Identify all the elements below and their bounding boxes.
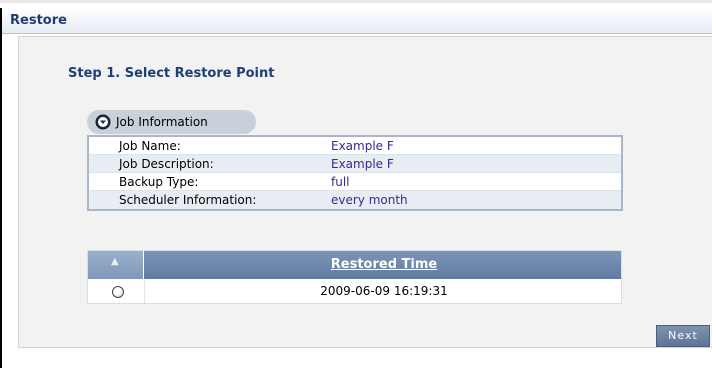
sort-up-icon[interactable]: ▲ [111, 256, 119, 267]
table-header: ▲ Restored Time [88, 251, 621, 279]
restored-time-cell: 2009-06-09 16:19:31 [320, 284, 448, 298]
job-information-toggle[interactable]: Job Information [87, 110, 256, 134]
job-info-row-scheduler: Scheduler Information: every month [89, 191, 621, 209]
job-info-table: Job Name: Example F Job Description: Exa… [87, 135, 623, 211]
job-info-row-backup-type: Backup Type: full [89, 173, 621, 191]
job-info-row-name: Job Name: Example F [89, 137, 621, 155]
job-info-value: Example F [331, 139, 394, 153]
restored-time-column-header[interactable]: Restored Time [145, 251, 623, 279]
job-info-value: Example F [331, 157, 394, 171]
top-divider [0, 0, 712, 3]
job-info-key: Scheduler Information: [119, 193, 257, 207]
step-title: Step 1. Select Restore Point [68, 66, 275, 81]
job-info-key: Job Description: [119, 157, 214, 171]
job-info-value: full [331, 175, 350, 189]
next-button[interactable]: Next [656, 325, 710, 347]
top-cropped-strip [0, 0, 712, 8]
section-label: Job Information [116, 115, 208, 129]
job-info-row-description: Job Description: Example F [89, 155, 621, 173]
job-info-value: every month [331, 193, 408, 207]
panel-header: Restore [2, 8, 712, 34]
restore-point-radio[interactable] [112, 286, 124, 298]
job-info-key: Job Name: [119, 139, 181, 153]
table-row[interactable]: 2009-06-09 16:19:31 [88, 279, 621, 303]
restore-point-table: ▲ Restored Time 2009-06-09 16:19:31 [87, 250, 622, 304]
expand-circle-icon[interactable] [95, 114, 111, 130]
job-info-key: Backup Type: [119, 175, 199, 189]
panel-title: Restore [10, 13, 67, 28]
sort-column-button[interactable]: ▲ [88, 251, 144, 279]
